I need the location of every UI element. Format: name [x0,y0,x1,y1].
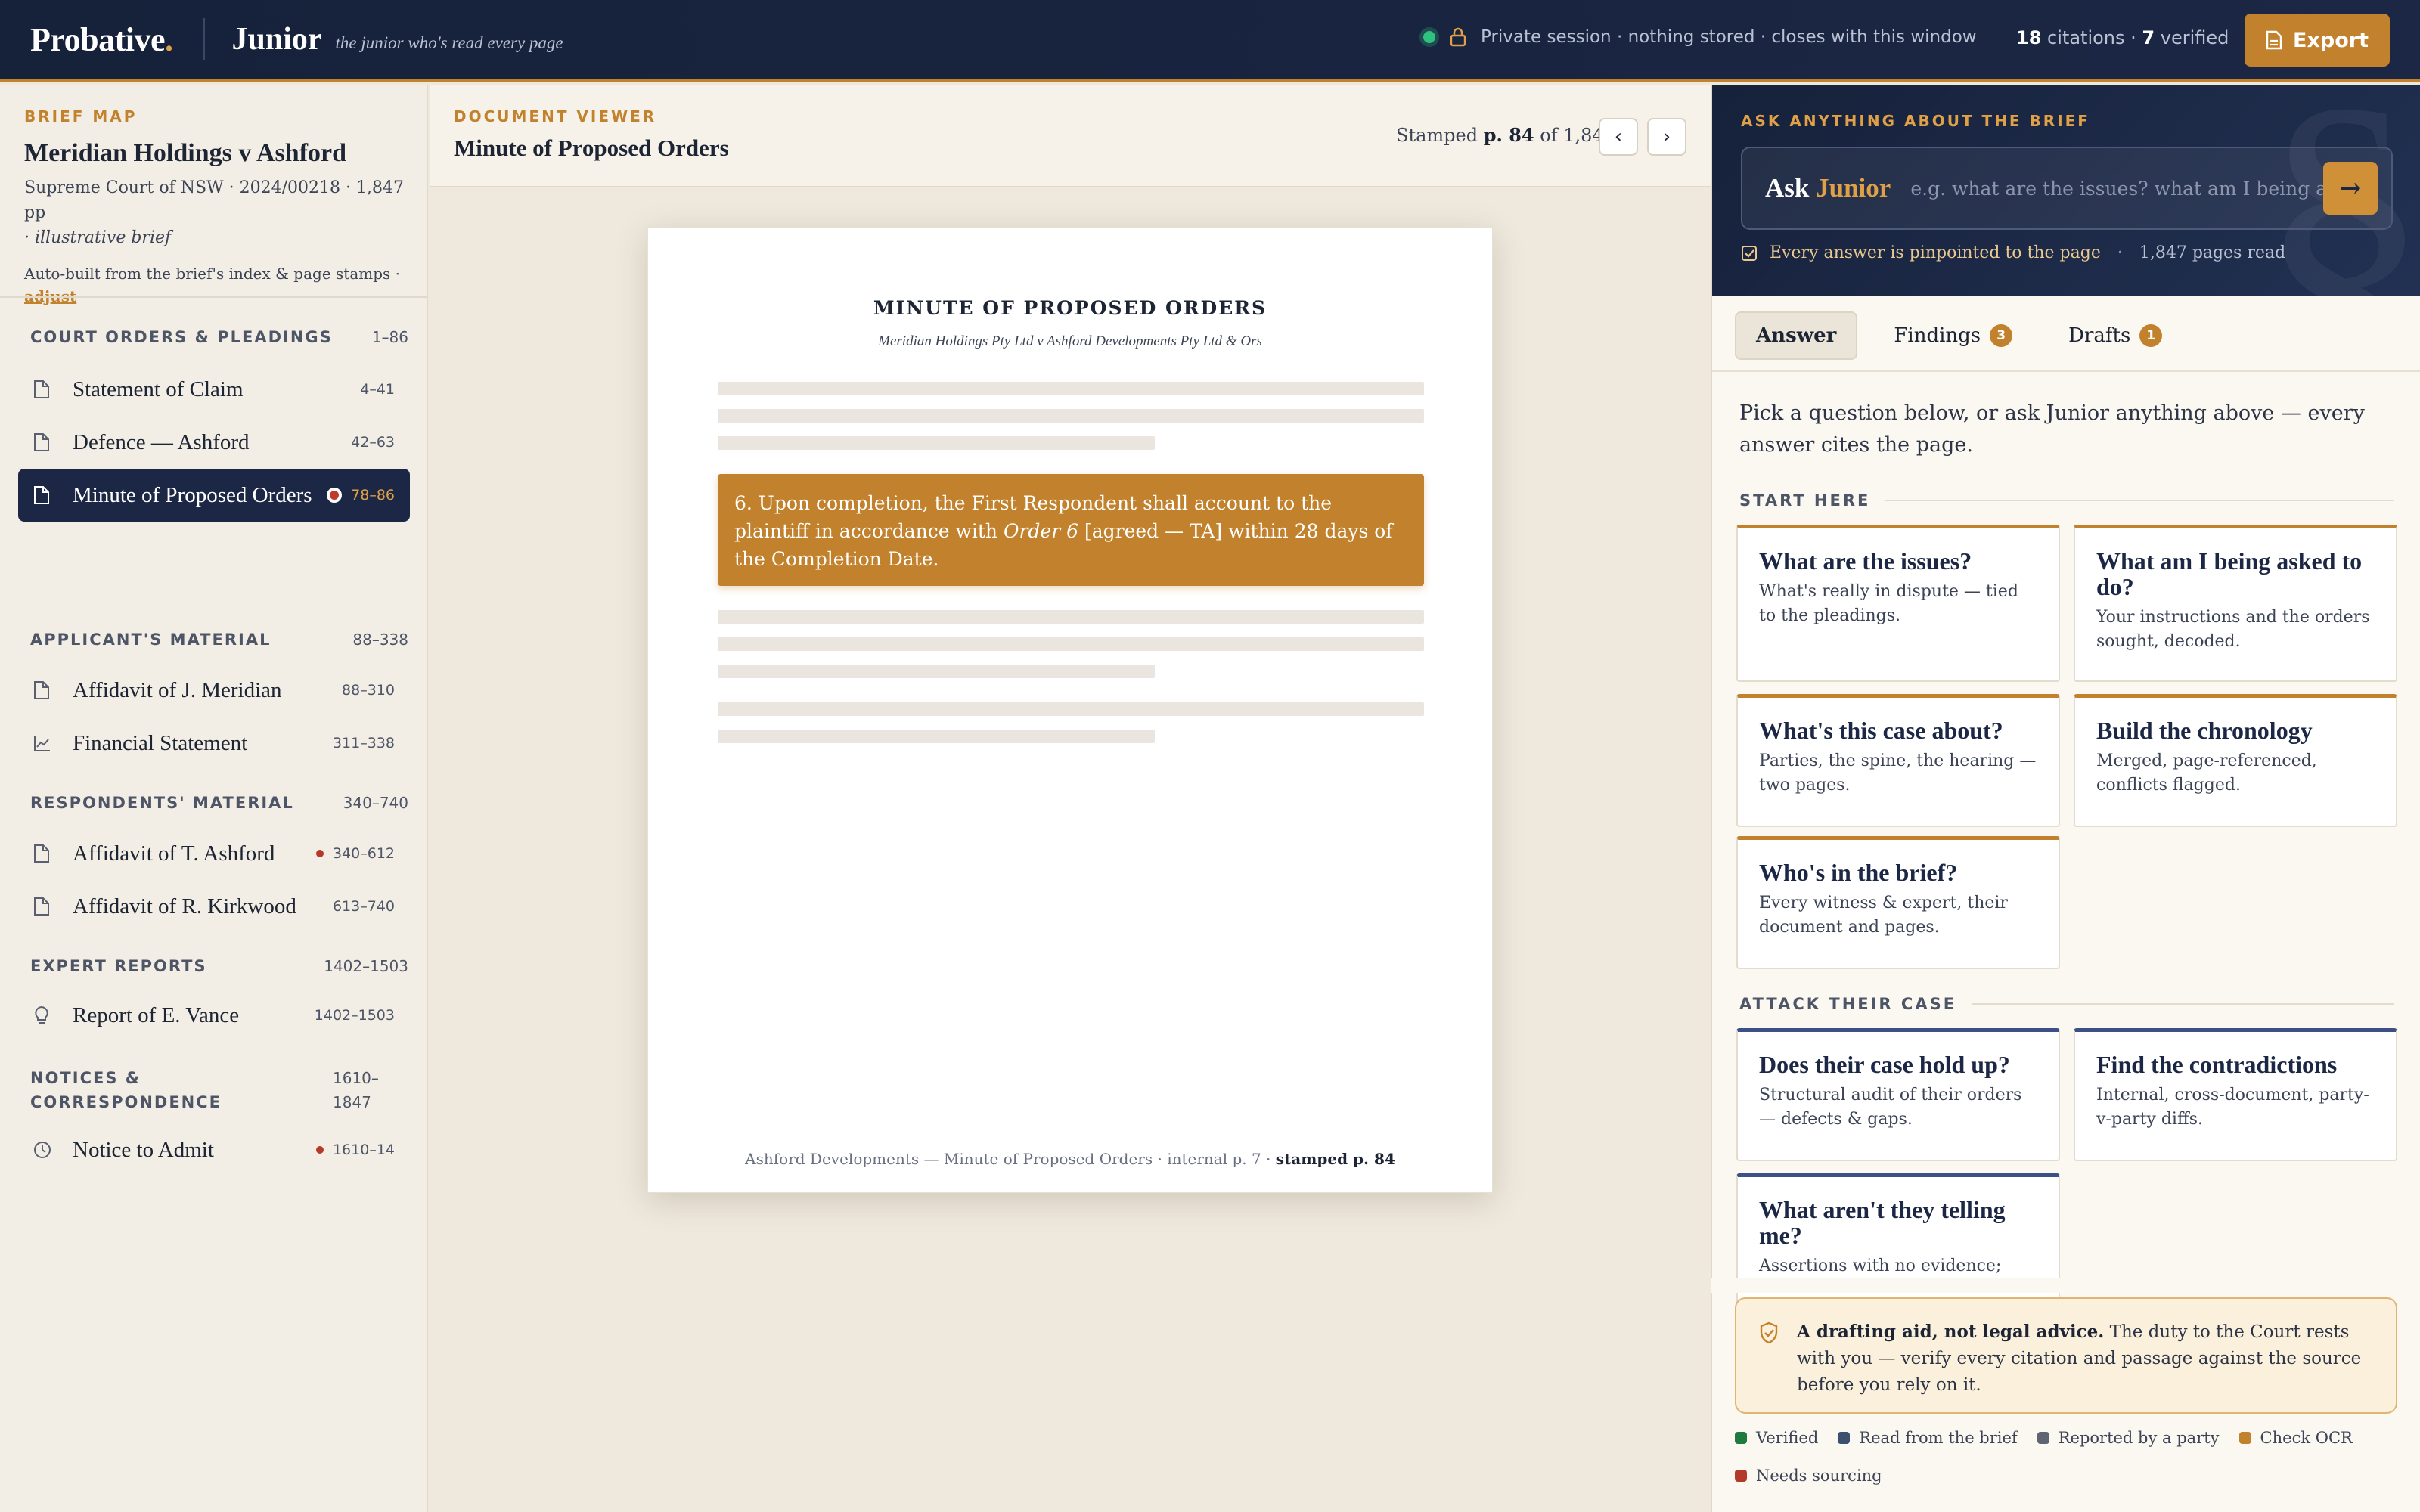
nav-item-affidavit-t-ashford[interactable]: Affidavit of T. Ashford 340–612 [18,827,410,880]
document-icon [2266,30,2282,50]
document-icon [33,380,53,399]
nav-item-report-e-vance[interactable]: Report of E. Vance 1402–1503 [18,989,410,1042]
section-expert-reports[interactable]: EXPERT REPORTS 1402–1503 [30,957,408,975]
lock-icon [1450,27,1466,47]
ask-label: Ask Junior [1765,173,1891,203]
findings-count-badge: 3 [1990,324,2013,347]
topbar-divider [203,18,205,60]
text-placeholder-line [718,637,1424,651]
question-card-case-hold-up[interactable]: Does their case hold up? Structural audit… [1736,1028,2060,1161]
legend-read-from-brief: Read from the brief [1838,1429,2018,1447]
document-icon [33,897,53,916]
brief-map-header: BRIEF MAP Meridian Holdings v Ashford Su… [24,107,410,308]
ask-input[interactable]: Ask Junior e.g. what are the issues? wha… [1741,147,2393,230]
case-meta: Supreme Court of NSW · 2024/00218 · 1,84… [24,178,404,247]
nav-item-minute-of-proposed-orders[interactable]: Minute of Proposed Orders 78–86 [18,469,410,522]
document-icon [33,432,53,452]
brief-map-sidebar: BRIEF MAP Meridian Holdings v Ashford Su… [0,85,428,1512]
tabs-divider [1712,370,2420,372]
question-card-chronology[interactable]: Build the chronology Merged, page-referen… [2074,694,2397,827]
text-placeholder-line [718,436,1155,450]
disclaimer-box: A drafting aid, not legal advice. The du… [1735,1297,2397,1414]
drafts-count-badge: 1 [2139,324,2163,347]
text-placeholder-line [718,610,1424,624]
document-page[interactable]: MINUTE OF PROPOSED ORDERS Meridian Holdi… [647,227,1493,1193]
case-title: Meridian Holdings v Ashford [24,139,347,167]
clock-icon [33,1141,53,1159]
section-applicants-material[interactable]: APPLICANT'S MATERIAL 88–338 [30,631,408,649]
section-respondents-material[interactable]: RESPONDENTS' MATERIAL 340–740 [30,794,408,812]
autobuilt-note: Auto-built from the brief's index & page… [24,265,400,305]
legend-needs-sourcing: Needs sourcing [1735,1467,1882,1485]
export-button[interactable]: Export [2245,14,2390,67]
nav-item-affidavit-j-meridian[interactable]: Affidavit of J. Meridian 88–310 [18,664,410,717]
tab-findings[interactable]: Findings 3 [1874,311,2032,360]
tab-drafts[interactable]: Drafts 1 [2049,311,2182,360]
ask-placeholder: e.g. what are the issues? what am I bein… [1910,177,2327,200]
needs-sourcing-dot [315,1146,324,1154]
tab-answer[interactable]: Answer [1735,311,1858,360]
page-footer: Ashford Developments — Minute of Propose… [745,1150,1395,1168]
legend-reported-by-party: Reported by a party [2037,1429,2220,1447]
text-placeholder-line [718,730,1155,743]
citation-count: 18 citations · 7 verified [2016,27,2229,48]
question-card-case-about[interactable]: What's this case about? Parties, the spin… [1736,694,2060,827]
document-icon [33,485,53,505]
pinpoint-note: Every answer is pinpointed to the page · 1… [1741,243,2285,262]
nav-item-statement-of-claim[interactable]: Statement of Claim 4–41 [18,363,410,416]
document-icon [33,844,53,863]
legend-check-ocr: Check OCR [2238,1429,2353,1447]
nav-item-financial-statement[interactable]: Financial Statement 311–338 [18,717,410,770]
session-text: Private session · nothing stored · close… [1481,27,1977,47]
shield-check-icon [1760,1321,1778,1344]
text-placeholder-line [718,702,1424,716]
viewer-eyebrow: DOCUMENT VIEWER [454,107,657,125]
document-viewer-header: DOCUMENT VIEWER Minute of Proposed Order… [430,85,1711,187]
status-legend: Verified Read from the brief Reported by… [1735,1429,2400,1485]
legend-verified: Verified [1735,1429,1818,1447]
text-placeholder-line [718,409,1424,423]
section-notices-correspondence[interactable]: NOTICES & CORRESPONDENCE 1610– 1847 [30,1066,408,1114]
ask-eyebrow: ASK ANYTHING ABOUT THE BRIEF [1741,112,2090,130]
flag-indicator [327,488,343,503]
session-status-dot [1423,31,1435,43]
brand-logo[interactable]: Probative. [30,20,173,59]
question-card-issues[interactable]: What are the issues? What's really in dis… [1736,525,2060,682]
stamped-page-indicator: Stamped p. 84 of 1,847 [1396,124,1615,146]
question-card-contradictions[interactable]: Find the contradictions Internal, cross-d… [2074,1028,2397,1161]
brief-map-eyebrow: BRIEF MAP [24,107,138,125]
start-here-heading: START HERE [1739,491,2394,510]
page-title: MINUTE OF PROPOSED ORDERS [873,297,1267,319]
question-card-whos-in-brief[interactable]: Who's in the brief? Every witness & exper… [1736,836,2060,969]
needs-sourcing-dot [315,850,324,857]
checkbox-icon [1742,245,1757,261]
chart-icon [33,734,53,752]
product-tagline: the junior who's read every page [335,33,563,52]
next-page-button[interactable]: › [1647,118,1686,156]
document-name: Minute of Proposed Orders [454,135,729,161]
nav-item-defence-ashford[interactable]: Defence — Ashford 42–63 [18,416,410,469]
page-subtitle: Meridian Holdings Pty Ltd v Ashford Deve… [878,333,1262,349]
section-court-orders[interactable]: COURT ORDERS & PLEADINGS 1–86 [30,328,408,346]
scroll-fade [1711,1278,2420,1293]
lightbulb-icon [33,1005,53,1025]
sidebar-divider [0,296,428,298]
highlighted-passage[interactable]: 6. Upon completion, the First Respondent… [718,474,1424,586]
text-placeholder-line [718,382,1424,395]
text-placeholder-line [718,665,1155,678]
ask-box: § ASK ANYTHING ABOUT THE BRIEF Ask Junio… [1712,85,2420,296]
nav-item-notice-to-admit[interactable]: Notice to Admit 1610–14 [18,1123,410,1176]
ask-submit-button[interactable]: → [2323,162,2378,215]
attack-heading: ATTACK THEIR CASE [1739,995,2394,1013]
document-icon [33,680,53,700]
product-name: Junior [231,22,322,57]
nav-item-affidavit-r-kirkwood[interactable]: Affidavit of R. Kirkwood 613–740 [18,880,410,933]
session-status: Private session · nothing stored · close… [1423,27,1977,47]
answer-intro: Pick a question below, or ask Junior any… [1739,401,2365,457]
question-card-asked-to-do[interactable]: What am I being asked to do? Your instruc… [2074,525,2397,682]
prev-page-button[interactable]: ‹ [1599,118,1638,156]
panel-tabs: Answer Findings 3 Drafts 1 [1735,311,2182,360]
top-bar: Probative. Junior the junior who's read … [0,0,2420,82]
